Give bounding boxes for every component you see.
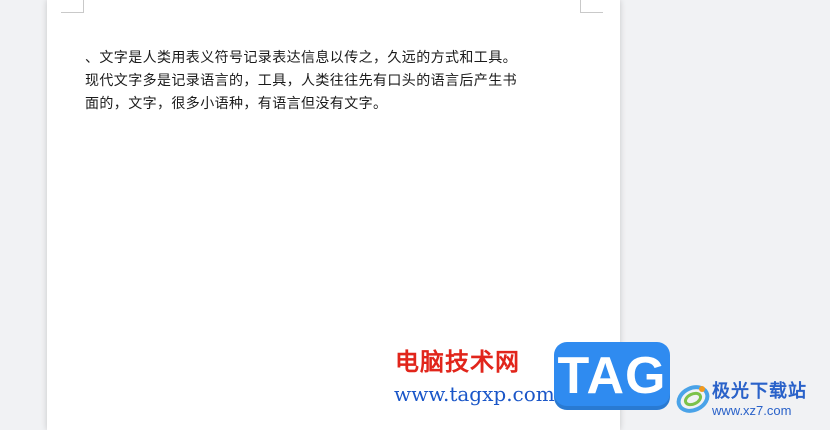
document-line: 、文字是人类用表义符号记录表达信息以传之，久远的方式和工具。 — [85, 50, 517, 66]
xz7-watermark: 极光下载站 www.xz7.com — [672, 376, 830, 424]
tagxp-watermark-title: 电脑技术网 — [395, 348, 520, 376]
document-workspace: 、文字是人类用表义符号记录表达信息以传之，久远的方式和工具。 现代文字多是记录语… — [0, 0, 830, 430]
document-body-text[interactable]: 、文字是人类用表义符号记录表达信息以传之，久远的方式和工具。 现代文字多是记录语… — [85, 47, 585, 116]
xz7-watermark-url: www.xz7.com — [712, 403, 792, 418]
document-line: 面的，文字，很多小语种，有语言但没有文字。 — [85, 96, 388, 112]
aurora-logo-icon — [676, 385, 710, 413]
xz7-watermark-name: 极光下载站 — [712, 381, 807, 402]
tag-badge-text: TAG — [557, 347, 667, 405]
tagxp-watermark-url: www.tagxp.com — [394, 382, 555, 406]
tag-badge-logo: TAG — [554, 342, 670, 410]
document-line: 现代文字多是记录语言的，工具，人类往往先有口头的语言后产生书 — [85, 73, 517, 89]
page-corner-mark-left — [61, 0, 84, 13]
tagxp-watermark: 电脑技术网 www.tagxp.com TAG — [392, 342, 682, 417]
page-corner-mark-right — [580, 0, 603, 13]
